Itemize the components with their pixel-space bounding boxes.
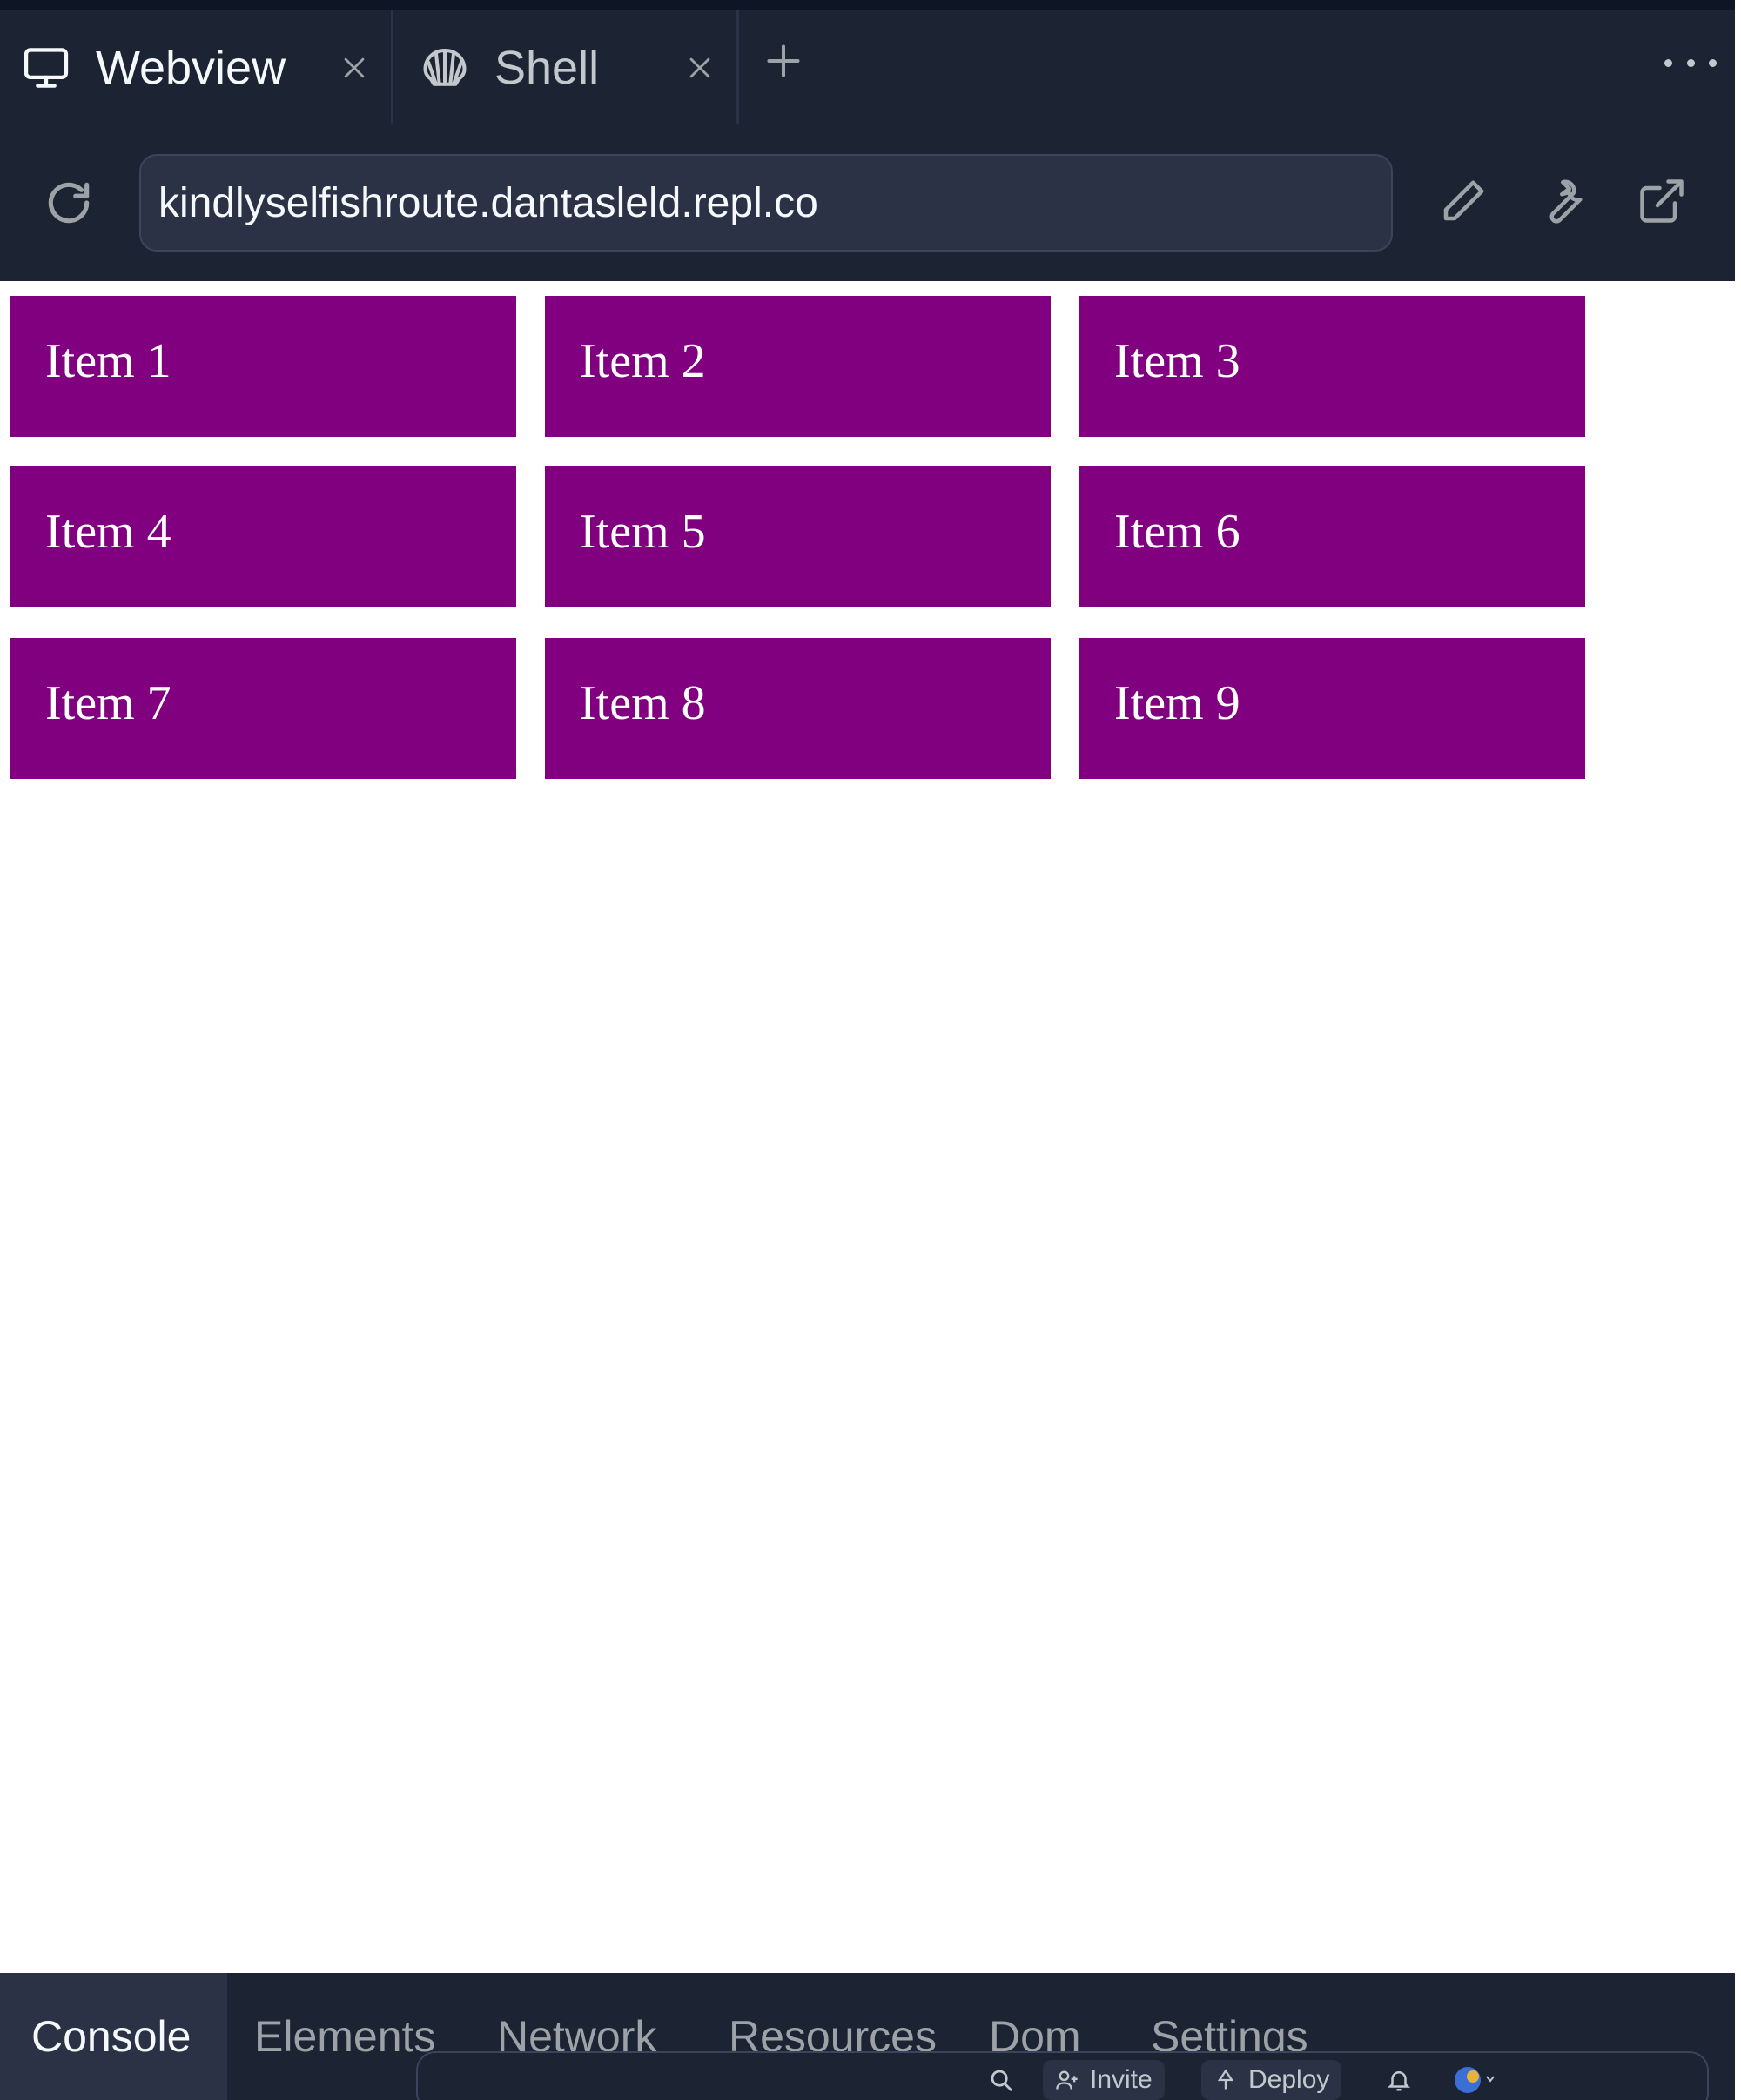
address-bar: kindlyselfishroute.dantasleld.repl.co: [0, 124, 1735, 281]
grid-item: Item 1: [10, 296, 516, 437]
devtools-tab-elements[interactable]: Elements: [254, 1973, 435, 2100]
user-plus-icon: [1056, 2070, 1078, 2090]
reload-button[interactable]: [39, 173, 98, 232]
deploy-label: Deploy: [1248, 2065, 1330, 2094]
grid-item: Item 7: [10, 638, 516, 779]
tab-webview-label: Webview: [96, 41, 286, 94]
tab-webview[interactable]: Webview: [0, 10, 393, 124]
invite-label: Invite: [1090, 2065, 1153, 2094]
grid-item: Item 3: [1079, 296, 1585, 437]
external-link-icon: [1640, 179, 1684, 223]
notification-icon[interactable]: [1386, 2060, 1412, 2100]
devtools-button[interactable]: [1532, 170, 1595, 232]
url-field[interactable]: kindlyselfishroute.dantasleld.repl.co: [139, 154, 1393, 252]
close-shell-tab-icon[interactable]: [681, 49, 719, 87]
tab-bar: Webview Shell: [0, 0, 1735, 127]
dot-icon: [1709, 58, 1717, 67]
grid-item: Item 5: [545, 466, 1051, 607]
tab-shell[interactable]: Shell: [393, 10, 739, 124]
open-in-new-tab-button[interactable]: [1630, 170, 1693, 232]
more-options-button[interactable]: [1664, 54, 1717, 71]
grid-item: Item 2: [545, 296, 1051, 437]
add-tab-button[interactable]: [759, 37, 808, 85]
webview-viewport: Item 1 Item 2 Item 3 Item 4 Item 5 Item …: [0, 281, 1735, 1973]
deploy-icon: [1217, 2069, 1234, 2090]
tab-shell-label: Shell: [494, 41, 600, 94]
deploy-button[interactable]: Deploy: [1201, 2060, 1342, 2100]
monitor-icon: [19, 41, 73, 95]
devtools-tabbar: Console Elements Network Resources Dom S…: [0, 1973, 1735, 2100]
invite-button[interactable]: Invite: [1043, 2060, 1165, 2100]
grid-item: Item 8: [545, 638, 1051, 779]
grid-item: Item 6: [1079, 466, 1585, 607]
shell-icon: [418, 41, 472, 95]
avatar[interactable]: [1452, 2060, 1496, 2100]
pencil-icon: [1443, 180, 1484, 221]
search-icon[interactable]: [988, 2060, 1014, 2100]
reload-icon: [48, 182, 90, 224]
devtools-tab-console[interactable]: Console: [0, 1973, 228, 2100]
close-webview-tab-icon[interactable]: [335, 49, 373, 87]
dot-icon: [1664, 58, 1672, 67]
dot-icon: [1686, 58, 1695, 67]
grid-item: Item 4: [10, 466, 516, 607]
edit-button[interactable]: [1432, 170, 1495, 232]
wrench-icon: [1549, 179, 1583, 224]
grid-item: Item 9: [1079, 638, 1585, 779]
plus-icon: [767, 44, 800, 77]
